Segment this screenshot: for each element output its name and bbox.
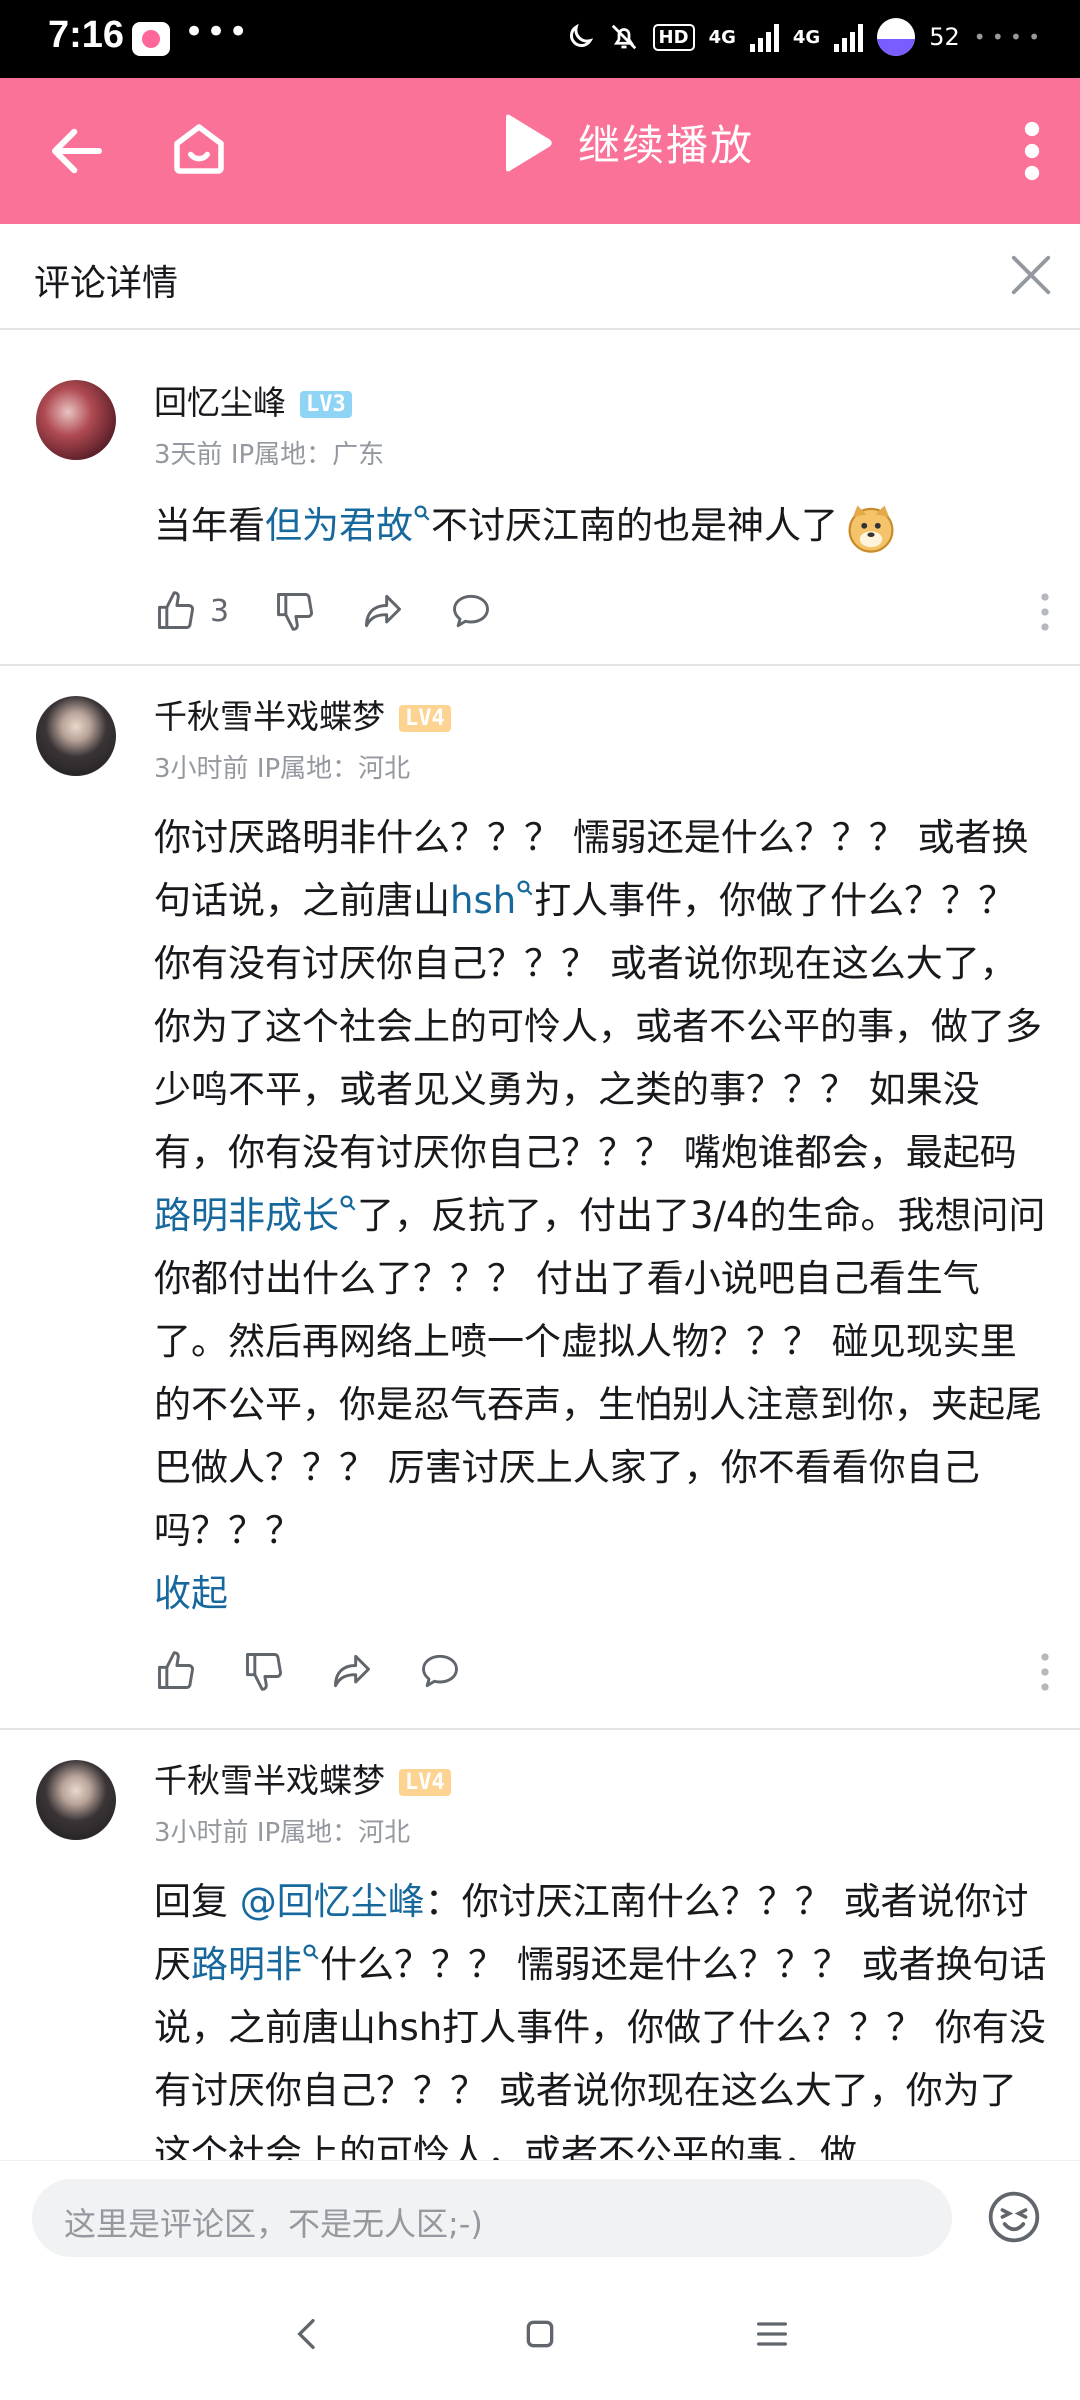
comment-detail-header: 评论详情	[0, 224, 1080, 330]
play-icon	[506, 114, 552, 171]
battery-level: 52	[929, 23, 960, 51]
like-button[interactable]	[154, 1649, 198, 1693]
panel-title: 评论详情	[34, 263, 179, 304]
status-icons: HD 4G 4G 52 • • • •	[565, 18, 1040, 56]
avatar[interactable]	[36, 380, 116, 460]
comment-meta: 3天前 IP属地：广东	[154, 440, 385, 470]
moon-icon	[569, 23, 593, 48]
top-bar: 继续播放	[0, 78, 1080, 224]
share-icon	[365, 594, 402, 628]
close-icon[interactable]	[1008, 252, 1054, 298]
level-badge: LV3	[300, 391, 352, 418]
level-badge: LV4	[399, 705, 451, 732]
nav-home-icon[interactable]	[520, 2314, 560, 2354]
status-time: 7:16	[48, 14, 125, 56]
mention-link[interactable]: @回忆尘峰	[240, 1880, 425, 1923]
doge-emoji	[848, 505, 894, 553]
collapse-link[interactable]: 收起	[154, 1572, 228, 1615]
comment-actions: 3	[154, 586, 537, 636]
username[interactable]: 千秋雪半戏蝶梦 LV4	[154, 1754, 451, 1802]
thumbs-up-icon	[158, 1651, 194, 1689]
search-icon	[303, 1944, 319, 1960]
hd-icon: HD	[652, 23, 695, 51]
status-bar: 7:16 ••• HD 4G 4G 52 • • • •	[0, 0, 1080, 78]
avatar[interactable]	[36, 696, 116, 776]
comment-meta: 3小时前 IP属地：河北	[154, 754, 411, 784]
system-nav-bar	[0, 2270, 1080, 2400]
status-more: •••	[184, 12, 251, 52]
like-count: 3	[210, 593, 230, 629]
search-icon	[414, 505, 430, 521]
more-vertical-icon[interactable]	[1022, 118, 1042, 184]
battery-icon	[877, 18, 916, 56]
search-icon	[517, 880, 533, 896]
comment-bubble-icon	[453, 594, 490, 628]
comment-composer: 这里是评论区，不是无人区;-)	[0, 2160, 1080, 2271]
app-notification-icon	[132, 22, 170, 56]
search-icon	[340, 1195, 356, 1211]
network-type-2: 4G	[792, 26, 821, 48]
mute-bell-icon	[611, 24, 636, 50]
signal-icon-1	[749, 22, 779, 52]
search-link[interactable]: 路明非成长	[154, 1194, 357, 1237]
comment-bubble-icon	[422, 1654, 458, 1688]
continue-play-button[interactable]: 继续播放	[500, 112, 754, 173]
search-link[interactable]: hsh	[450, 879, 534, 922]
nav-back-icon[interactable]	[288, 2314, 328, 2354]
thumbs-down-icon	[246, 1653, 282, 1691]
thumbs-up-icon	[158, 591, 194, 629]
reply-button[interactable]	[449, 589, 493, 633]
comment-actions	[154, 1646, 506, 1696]
share-button[interactable]	[330, 1649, 374, 1693]
thumbs-down-icon	[277, 593, 314, 631]
status-dots: • • • •	[973, 25, 1040, 49]
continue-play-label: 继续播放	[578, 121, 755, 170]
comment-item: 千秋雪半戏蝶梦 LV4 3小时前 IP属地：河北 回复 @回忆尘峰：你讨厌江南什么…	[0, 1730, 1080, 2160]
dislike-button[interactable]	[242, 1649, 286, 1693]
comment-input[interactable]: 这里是评论区，不是无人区;-)	[32, 2179, 952, 2257]
dislike-button[interactable]	[273, 589, 317, 633]
search-link[interactable]: 但为君故	[265, 504, 431, 547]
nav-recents-icon[interactable]	[752, 2314, 792, 2354]
username[interactable]: 千秋雪半戏蝶梦 LV4	[154, 690, 451, 738]
comment-more-icon[interactable]	[1040, 1652, 1050, 1692]
share-icon	[334, 1654, 370, 1688]
share-button[interactable]	[361, 589, 405, 633]
back-arrow-icon[interactable]	[44, 118, 110, 184]
username[interactable]: 回忆尘峰 LV3	[154, 376, 352, 424]
search-link[interactable]: 路明非	[191, 1943, 320, 1986]
home-icon[interactable]	[166, 116, 232, 182]
comment-text: 回复 @回忆尘峰：你讨厌江南什么？？？ 或者说你讨厌路明非 什么？？？ 懦弱还是什…	[154, 1880, 1047, 2160]
comment-item: 千秋雪半戏蝶梦 LV4 3小时前 IP属地：河北 你讨厌路明非什么？？？ 懦弱还是…	[0, 666, 1080, 1730]
comment-item: 回忆尘峰 LV3 3天前 IP属地：广东 当年看但为君故 不讨厌江南的也是神人了 3	[0, 330, 1080, 666]
network-type-1: 4G	[708, 26, 736, 48]
reply-button[interactable]	[418, 1649, 462, 1693]
avatar[interactable]	[36, 1760, 116, 1840]
comment-text: 你讨厌路明非什么？？？ 懦弱还是什么？？？ 或者换句话说，之前唐山hsh 打人事件…	[154, 816, 1046, 1615]
like-button[interactable]: 3	[154, 589, 229, 633]
comment-more-icon[interactable]	[1040, 592, 1050, 632]
signal-icon-2	[834, 22, 864, 52]
comment-meta: 3小时前 IP属地：河北	[154, 1818, 411, 1848]
emoji-icon[interactable]	[986, 2189, 1042, 2245]
comment-text: 当年看但为君故 不讨厌江南的也是神人了	[154, 494, 1050, 557]
level-badge: LV4	[399, 1769, 451, 1796]
comment-input-placeholder: 这里是评论区，不是无人区;-)	[64, 2205, 483, 2243]
